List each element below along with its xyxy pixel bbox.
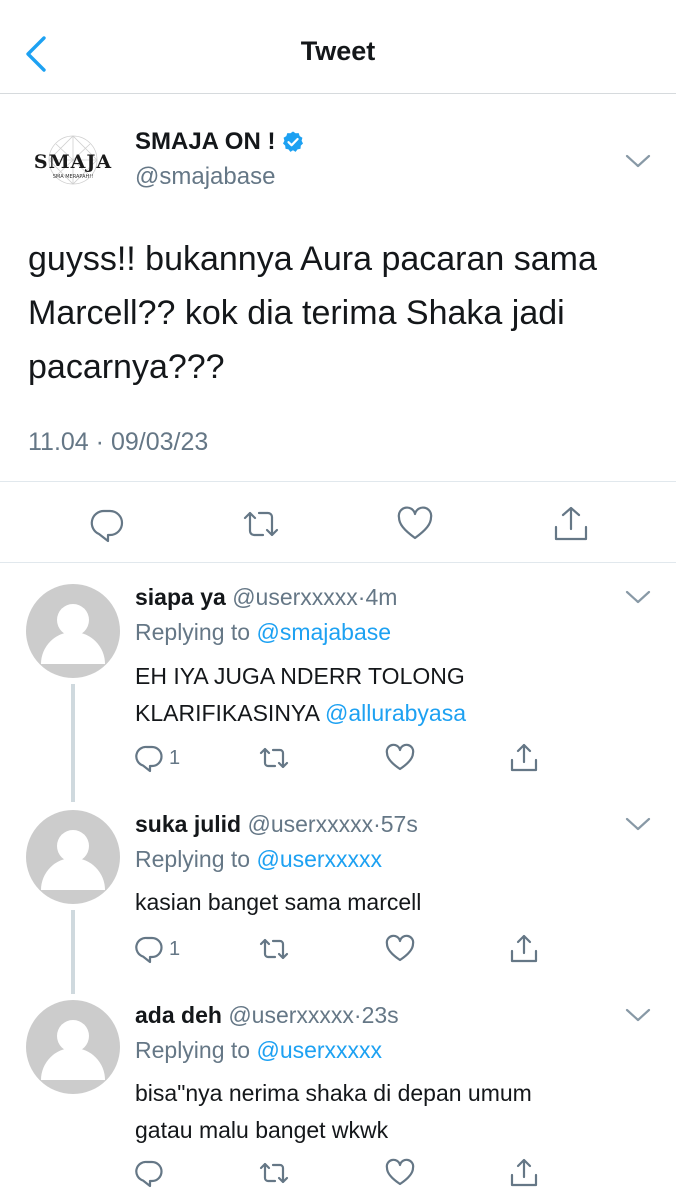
tweet-text: guyss!! bukannya Aura pacaran sama Marce…: [28, 240, 597, 386]
reply-icon: [135, 1160, 163, 1188]
reply-header: suka julid @userxxxxx·57s: [135, 811, 418, 838]
svg-text:SMAJA: SMAJA: [34, 151, 112, 173]
share-icon: [554, 506, 588, 541]
like-icon: [385, 934, 415, 962]
retweet-icon: [259, 747, 289, 769]
thread-line: [71, 684, 75, 802]
share-icon: [510, 934, 538, 963]
avatar[interactable]: [26, 1000, 120, 1094]
reply-count: 1: [169, 937, 181, 960]
default-avatar-icon: [41, 830, 105, 890]
reply-icon: [135, 745, 163, 773]
retweet-icon: [259, 1162, 289, 1184]
verified-badge-icon: [283, 131, 304, 152]
separator-dot: ·: [373, 811, 381, 837]
reply-text: bisa"nya nerima shaka di depan umum gata…: [135, 1075, 635, 1149]
reply-author-name[interactable]: suka julid: [135, 811, 241, 837]
reply-icon: [90, 509, 124, 543]
chevron-down-icon[interactable]: [624, 1006, 652, 1024]
like-button[interactable]: [385, 742, 415, 774]
chevron-down-icon[interactable]: [624, 152, 652, 170]
replying-to-mention[interactable]: @userxxxxx: [256, 846, 382, 872]
reply-age: 4m: [365, 584, 398, 610]
reply-text-line: kasian banget sama marcell: [135, 889, 422, 915]
default-avatar-icon: [41, 604, 105, 664]
retweet-button[interactable]: [259, 742, 289, 774]
like-icon: [385, 743, 415, 771]
retweet-button[interactable]: [242, 504, 282, 544]
reply-age: 23s: [361, 1002, 399, 1028]
share-button[interactable]: [552, 504, 592, 544]
replying-to-label: Replying to: [135, 846, 251, 872]
like-button[interactable]: [385, 933, 415, 965]
like-button[interactable]: [396, 504, 436, 544]
tweet-action-bar: [0, 481, 676, 563]
replying-to-mention[interactable]: @smajabase: [256, 619, 391, 645]
reply-text-line: KLARIFIKASINYA @allurabyasa: [135, 695, 635, 732]
reply-button[interactable]: 1: [135, 742, 180, 774]
share-icon: [510, 743, 538, 772]
replying-to-label: Replying to: [135, 1037, 251, 1063]
reply-icon: [135, 936, 163, 964]
replying-to: Replying to @smajabase: [135, 619, 391, 646]
chevron-down-icon[interactable]: [624, 588, 652, 606]
author-handle[interactable]: @smajabase: [135, 163, 275, 191]
reply-action-bar: 1: [135, 742, 555, 778]
tweet-date: 09/03/23: [110, 428, 209, 456]
like-icon: [397, 506, 433, 540]
reply-header: ada deh @userxxxxx·23s: [135, 1002, 399, 1029]
smaja-logo: SMAJA SMA MERAPAH!!: [34, 135, 112, 185]
like-icon: [385, 1158, 415, 1186]
chevron-down-icon[interactable]: [624, 815, 652, 833]
reply-author-name[interactable]: ada deh: [135, 1002, 222, 1028]
page-title: Tweet: [300, 36, 376, 66]
retweet-icon: [243, 511, 279, 537]
reply-header: siapa ya @userxxxxx·4m: [135, 584, 397, 611]
reply-author-name[interactable]: siapa ya: [135, 584, 226, 610]
reply-button[interactable]: [88, 504, 128, 544]
author-row: SMAJA ON !: [135, 128, 305, 156]
reply-author-handle[interactable]: @userxxxxx: [228, 1002, 354, 1028]
reply-action-bar: [135, 1157, 555, 1193]
reply-text-part: KLARIFIKASINYA: [135, 700, 319, 726]
default-avatar-icon: [41, 1020, 105, 1080]
share-button[interactable]: [509, 933, 539, 965]
reply-count: 1: [169, 746, 181, 769]
reply-button[interactable]: 1: [135, 933, 180, 965]
avatar[interactable]: SMAJA SMA MERAPAH!!: [26, 120, 120, 214]
avatar[interactable]: [26, 810, 120, 904]
share-button[interactable]: [509, 1157, 539, 1189]
reply-action-bar: 1: [135, 933, 555, 969]
share-icon: [510, 1158, 538, 1187]
reply-text-line: gatau malu banget wkwk: [135, 1117, 389, 1143]
retweet-button[interactable]: [259, 933, 289, 965]
reply-text-line: EH IYA JUGA NDERR TOLONG: [135, 663, 465, 689]
retweet-icon: [259, 938, 289, 960]
svg-text:SMA MERAPAH!!: SMA MERAPAH!!: [53, 174, 94, 180]
like-button[interactable]: [385, 1157, 415, 1189]
share-button[interactable]: [509, 742, 539, 774]
reply-text: kasian banget sama marcell: [135, 884, 635, 921]
tweet-time: 11.04: [28, 428, 89, 456]
replying-to-label: Replying to: [135, 619, 251, 645]
reply-author-handle[interactable]: @userxxxxx: [247, 811, 373, 837]
retweet-button[interactable]: [259, 1157, 289, 1189]
reply-text-line: bisa"nya nerima shaka di depan umum: [135, 1080, 532, 1106]
replying-to-mention[interactable]: @userxxxxx: [256, 1037, 382, 1063]
top-bar: Tweet: [0, 0, 676, 94]
reply-age: 57s: [380, 811, 418, 837]
avatar[interactable]: [26, 584, 120, 678]
reply-text-mention[interactable]: @allurabyasa: [325, 700, 466, 726]
reply-text: EH IYA JUGA NDERR TOLONG KLARIFIKASINYA …: [135, 658, 635, 732]
reply-author-handle[interactable]: @userxxxxx: [232, 584, 358, 610]
tweet-timestamp: 11.04 · 09/03/23: [28, 428, 208, 457]
author-name[interactable]: SMAJA ON !: [135, 128, 275, 156]
reply-button[interactable]: [135, 1157, 169, 1189]
replying-to: Replying to @userxxxxx: [135, 1037, 382, 1064]
separator-dot: ·: [95, 428, 104, 456]
replying-to: Replying to @userxxxxx: [135, 846, 382, 873]
separator-dot: ·: [353, 1002, 362, 1028]
thread-line: [71, 910, 75, 994]
